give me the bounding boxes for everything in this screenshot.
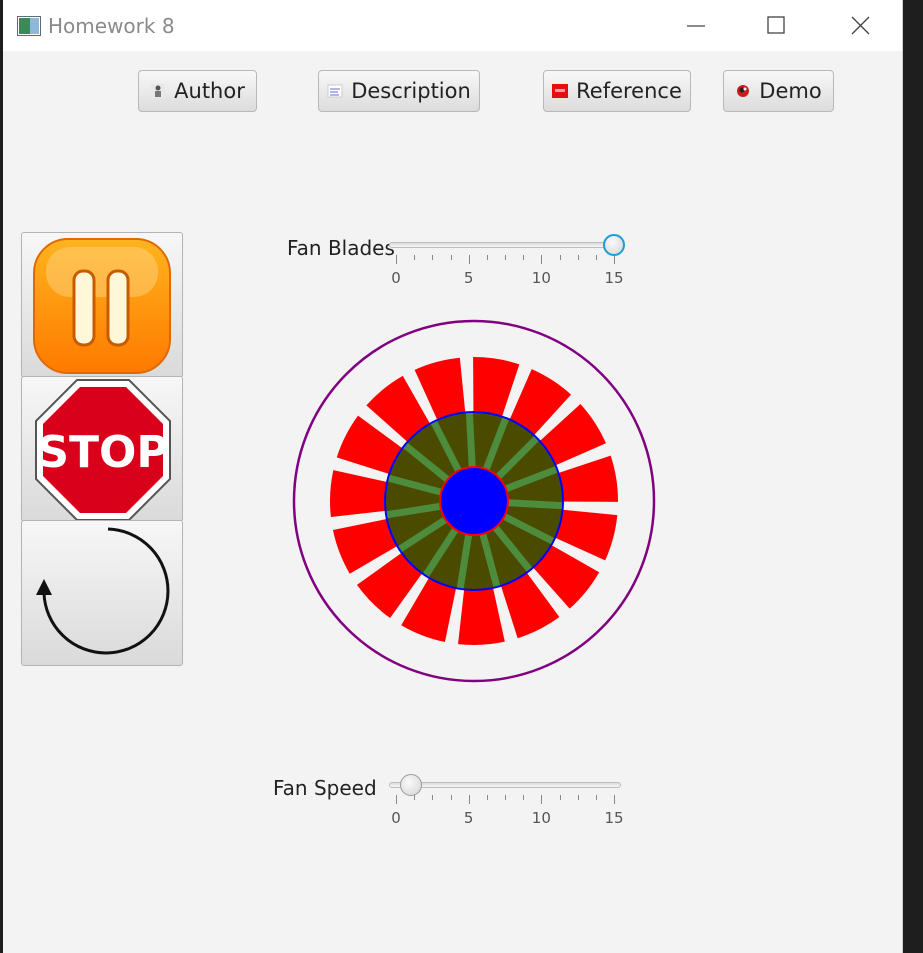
slider-tick (595, 795, 597, 800)
demo-label: Demo (759, 79, 822, 103)
reference-label: Reference (576, 79, 682, 103)
pause-button[interactable] (21, 232, 183, 378)
fan-speed-slider[interactable]: 0 5 10 15 (389, 773, 635, 833)
fan-speed-track[interactable] (389, 782, 621, 788)
slider-tick-label: 5 (463, 809, 474, 827)
slider-tick (559, 795, 561, 800)
reverse-button[interactable] (21, 520, 183, 666)
fan-graphic (292, 319, 656, 683)
slider-tick (468, 255, 470, 264)
slider-tick (432, 255, 434, 260)
slider-tick (577, 795, 579, 800)
slider-tick (432, 795, 434, 800)
slider-tick (396, 255, 397, 264)
reference-button[interactable]: Reference (543, 70, 691, 112)
fan-speed-thumb[interactable] (399, 774, 422, 796)
slider-tick (505, 795, 506, 800)
author-icon (151, 84, 166, 98)
reverse-arrow-icon (36, 527, 170, 655)
slider-tick (523, 795, 525, 800)
demo-icon (737, 85, 750, 97)
maximize-icon (767, 16, 785, 34)
background-edge (903, 0, 923, 953)
app-icon (17, 16, 41, 36)
fan-blades-label: Fan Blades (287, 236, 395, 260)
slider-tick (614, 255, 615, 264)
slider-tick (559, 255, 561, 260)
slider-tick (468, 795, 470, 804)
fan-blades-slider[interactable]: 0 5 10 15 (389, 233, 635, 293)
pause-icon (33, 238, 171, 374)
description-icon (327, 84, 343, 98)
slider-tick (450, 255, 452, 260)
slider-tick (414, 255, 416, 260)
slider-tick (396, 795, 397, 804)
description-button[interactable]: Description (318, 70, 480, 112)
slider-tick (595, 255, 597, 260)
slider-tick (450, 795, 452, 800)
minimize-button[interactable] (673, 8, 721, 44)
stop-sign-text: STOP (37, 427, 168, 478)
stop-sign-icon: STOP (35, 379, 171, 521)
slider-tick-label: 10 (531, 809, 551, 827)
fan-center (439, 466, 509, 536)
slider-tick (486, 795, 488, 800)
fan-blades-track[interactable] (389, 242, 621, 248)
slider-tick-label: 15 (604, 809, 624, 827)
slider-tick-label: 5 (463, 269, 474, 287)
reference-icon (552, 84, 569, 98)
maximize-button[interactable] (753, 8, 801, 44)
slider-tick (614, 795, 615, 804)
slider-tick (523, 255, 525, 260)
slider-tick (505, 255, 506, 260)
fan-speed-label: Fan Speed (273, 776, 377, 800)
slider-tick-label: 0 (391, 269, 401, 287)
slider-tick (541, 255, 543, 264)
fan-blades-thumb[interactable] (603, 234, 625, 256)
minimize-icon (687, 25, 705, 27)
close-icon (851, 16, 870, 35)
slider-tick (414, 795, 416, 800)
slider-tick-label: 0 (391, 809, 401, 827)
slider-tick (486, 255, 488, 260)
app-window: Homework 8 Author Description Reference … (3, 0, 903, 953)
title-bar: Homework 8 (3, 0, 902, 51)
demo-button[interactable]: Demo (723, 70, 834, 112)
author-button[interactable]: Author (138, 70, 257, 112)
stop-button[interactable]: STOP (21, 376, 183, 522)
slider-tick (541, 795, 543, 804)
slider-tick-label: 15 (604, 269, 624, 287)
author-label: Author (174, 79, 245, 103)
slider-tick-label: 10 (531, 269, 551, 287)
slider-tick (577, 255, 579, 260)
description-label: Description (351, 79, 471, 103)
close-button[interactable] (837, 8, 885, 44)
window-title: Homework 8 (48, 14, 175, 38)
